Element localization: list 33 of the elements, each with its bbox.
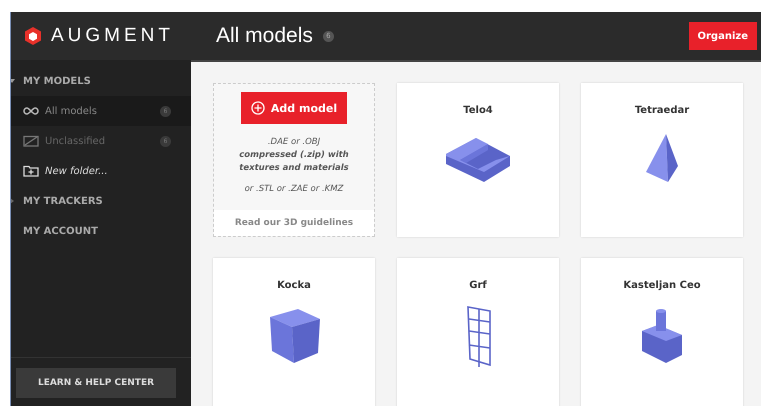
model-name: Kocka xyxy=(277,280,311,291)
format-note: compressed (.zip) with textures and materials xyxy=(238,149,350,175)
model-card[interactable]: Tetraedar xyxy=(581,83,743,237)
folder-plus-icon xyxy=(23,165,39,177)
model-card[interactable]: Telo4 xyxy=(397,83,559,237)
guidelines-link[interactable]: Read our 3D guidelines xyxy=(214,210,374,236)
organize-button[interactable]: Organize xyxy=(688,22,757,50)
section-heading[interactable]: MY ACCOUNT xyxy=(23,226,98,236)
model-card[interactable]: Kasteljan Ceo xyxy=(581,258,743,406)
page-title: All models xyxy=(216,24,313,48)
plus-icon xyxy=(250,101,265,115)
section-heading[interactable]: MY MODELS xyxy=(23,76,91,86)
sidebar-item[interactable]: New folder... xyxy=(11,156,191,186)
model-name: Telo4 xyxy=(463,105,493,116)
add-model-button[interactable]: Add model xyxy=(241,92,347,124)
model-name: Tetraedar xyxy=(634,105,690,116)
model-preview-drawing xyxy=(270,309,320,363)
model-preview-drawing xyxy=(467,306,491,368)
brand-name: AUGMENT xyxy=(51,25,174,47)
help-center-button[interactable]: LEARN & HELP CENTER xyxy=(16,368,176,398)
model-preview-drawing xyxy=(646,134,678,182)
model-card[interactable]: Grf xyxy=(397,258,559,406)
section-heading[interactable]: MY TRACKERS xyxy=(23,196,103,206)
model-name: Grf xyxy=(469,280,487,291)
model-preview-drawing xyxy=(642,309,682,363)
logo-icon xyxy=(23,26,43,46)
format-note: .DAE or .OBJ xyxy=(266,136,322,149)
model-preview-drawing xyxy=(446,138,510,182)
infinity-icon xyxy=(23,106,39,116)
model-name: Kasteljan Ceo xyxy=(623,280,701,291)
folder-icon xyxy=(23,135,39,147)
model-card[interactable]: Kocka xyxy=(213,258,375,406)
format-note: or .STL or .ZAE or .KMZ xyxy=(244,183,344,196)
